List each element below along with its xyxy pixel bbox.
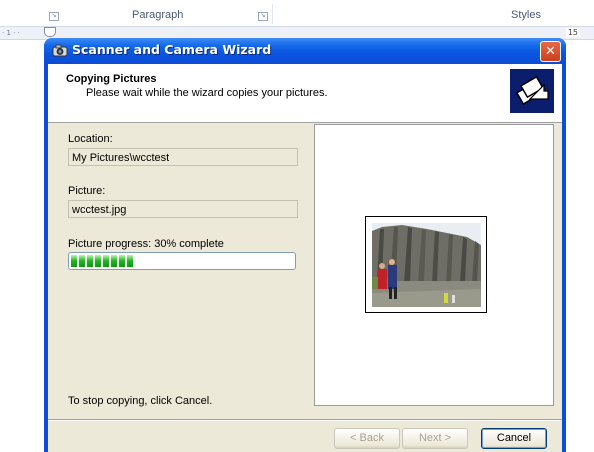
progress-label: Picture progress: 30% complete <box>68 238 224 250</box>
ruler-start-marks: · 1 · · <box>2 29 20 37</box>
picture-label: Picture: <box>68 185 106 197</box>
picture-field: wcctest.jpg <box>68 200 298 218</box>
progress-segment <box>71 255 77 267</box>
stop-copying-hint: To stop copying, click Cancel. <box>68 395 213 407</box>
progress-segment <box>127 255 133 267</box>
wizard-header: Copying Pictures Please wait while the w… <box>48 64 562 123</box>
ruler-end-number: 15 <box>565 28 580 37</box>
progress-segment <box>95 255 101 267</box>
close-button[interactable]: ✕ <box>540 41 561 62</box>
window-title: Scanner and Camera Wizard <box>72 42 272 57</box>
progress-segment <box>119 255 125 267</box>
ribbon-group-styles: Styles <box>511 9 541 21</box>
word-ribbon: ↘ Paragraph ↘ Styles <box>0 0 594 27</box>
wizard-client-area: Copying Pictures Please wait while the w… <box>48 64 562 452</box>
document-margin <box>0 40 44 452</box>
location-label: Location: <box>68 133 113 145</box>
progress-segment <box>79 255 85 267</box>
picture-thumbnail-frame <box>365 216 487 313</box>
picture-preview-panel <box>314 124 554 406</box>
cancel-button[interactable]: Cancel <box>481 428 547 449</box>
back-button[interactable]: < Back <box>334 428 400 449</box>
paragraph-launcher-icon[interactable]: ↘ <box>258 12 268 21</box>
footer-separator <box>48 419 562 420</box>
header-title: Copying Pictures <box>66 73 157 85</box>
close-icon: ✕ <box>545 44 556 59</box>
ribbon-separator <box>272 4 273 24</box>
header-subtitle: Please wait while the wizard copies your… <box>86 87 328 99</box>
progress-segment <box>111 255 117 267</box>
location-field: My Pictures\wcctest <box>68 148 298 166</box>
progress-segment <box>87 255 93 267</box>
progress-fill <box>71 255 293 267</box>
title-bar[interactable]: Scanner and Camera Wizard ✕ <box>44 38 566 64</box>
picture-thumbnail <box>372 223 481 307</box>
copy-pictures-icon <box>510 69 554 113</box>
picture-progress-bar <box>68 252 296 270</box>
scanner-camera-icon <box>52 44 68 57</box>
dialog-launcher-icon[interactable]: ↘ <box>49 12 59 21</box>
progress-segment <box>103 255 109 267</box>
next-button[interactable]: Next > <box>402 428 468 449</box>
ribbon-group-paragraph: Paragraph <box>132 9 184 21</box>
scanner-camera-wizard-window: Scanner and Camera Wizard ✕ Copying Pict… <box>44 38 566 452</box>
indent-marker[interactable] <box>44 27 56 37</box>
